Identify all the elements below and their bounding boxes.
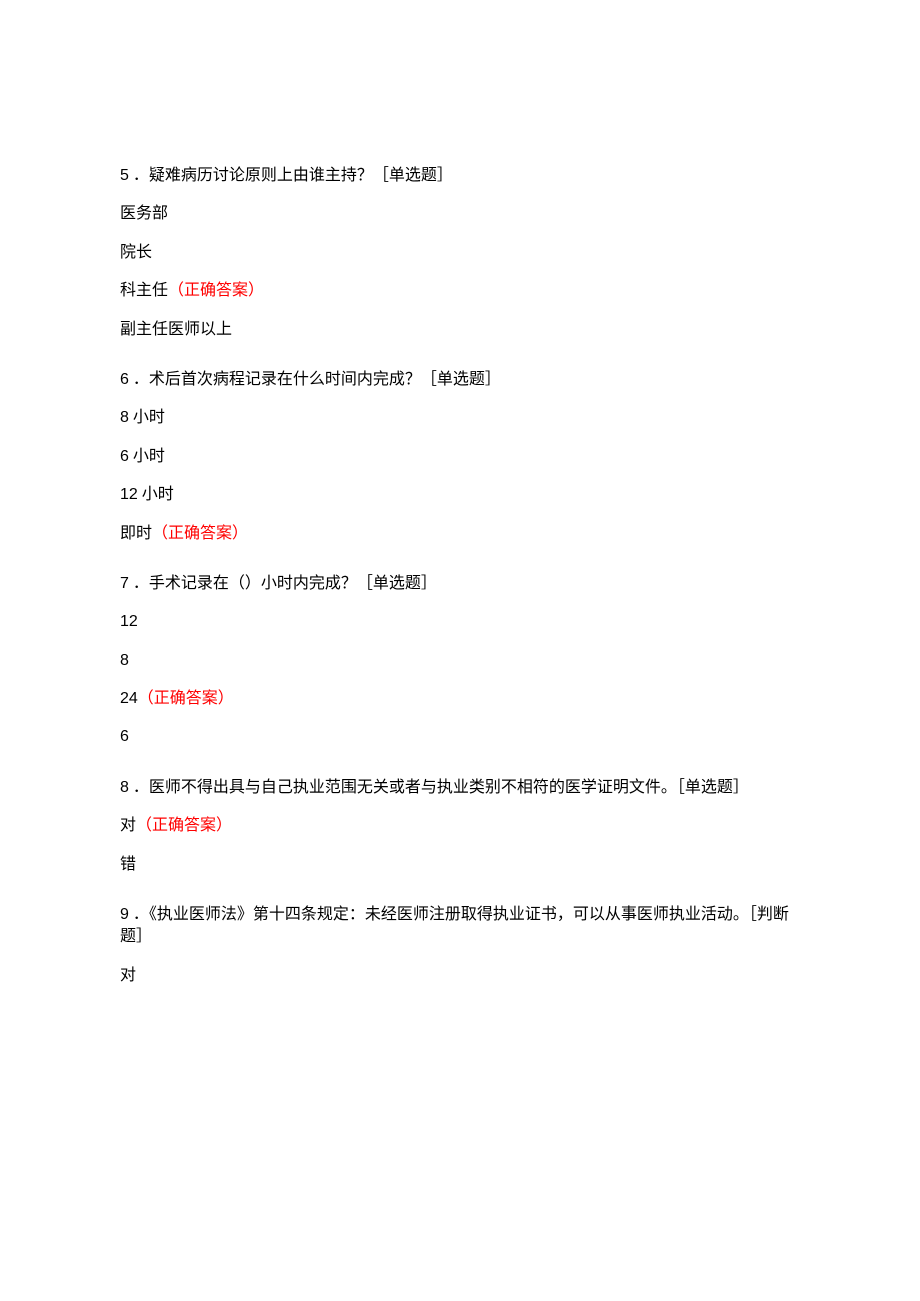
option: 24（正确答案） [120, 688, 800, 710]
question-7: 7 ．手术记录在（）小时内完成？［单选题］ 12 8 24（正确答案） 6 [120, 573, 800, 749]
correct-answer-label: （正确答案） [136, 817, 232, 834]
correct-answer-label: （正确答案） [138, 690, 234, 707]
option-num: 6 [120, 728, 129, 745]
question-text: 6 ．术后首次病程记录在什么时间内完成？［单选题］ [120, 369, 800, 391]
question-body: ．疑难病历讨论原则上由谁主持？［单选题］ [133, 167, 453, 184]
option-suffix: 小时 [138, 486, 174, 503]
document-page: 5 ．疑难病历讨论原则上由谁主持？［单选题］ 医务部 院长 科主任（正确答案） … [0, 0, 920, 1301]
question-body: ．术后首次病程记录在什么时间内完成？［单选题］ [133, 371, 501, 388]
option: 12 [120, 611, 800, 633]
option-num: 8 [120, 409, 129, 426]
correct-answer-label: （正确答案） [168, 282, 264, 299]
question-8: 8 ．医师不得出具与自己执业范围无关或者与执业类别不相符的医学证明文件。［单选题… [120, 777, 800, 876]
question-6: 6 ．术后首次病程记录在什么时间内完成？［单选题］ 8 小时 6 小时 12 小… [120, 369, 800, 545]
question-body: ．《执业医师法》第十四条规定：未经医师注册取得执业证书，可以从事医师执业活动。［… [120, 906, 789, 945]
option: 院长 [120, 242, 800, 264]
option: 副主任医师以上 [120, 319, 800, 341]
option: 错 [120, 854, 800, 876]
option: 6 小时 [120, 446, 800, 468]
question-text: 9 ．《执业医师法》第十四条规定：未经医师注册取得执业证书，可以从事医师执业活动… [120, 904, 800, 949]
option: 对 [120, 965, 800, 987]
option: 对（正确答案） [120, 815, 800, 837]
option-num: 12 [120, 613, 138, 630]
question-text: 8 ．医师不得出具与自己执业范围无关或者与执业类别不相符的医学证明文件。［单选题… [120, 777, 800, 799]
question-body: ．医师不得出具与自己执业范围无关或者与执业类别不相符的医学证明文件。［单选题］ [133, 779, 749, 796]
option-text: 院长 [120, 244, 152, 261]
option-text: 对 [120, 967, 136, 984]
question-9: 9 ．《执业医师法》第十四条规定：未经医师注册取得执业证书，可以从事医师执业活动… [120, 904, 800, 987]
option: 科主任（正确答案） [120, 280, 800, 302]
question-5: 5 ．疑难病历讨论原则上由谁主持？［单选题］ 医务部 院长 科主任（正确答案） … [120, 165, 800, 341]
option-text: 医务部 [120, 205, 168, 222]
option-text: 即时 [120, 525, 152, 542]
option-text: 科主任 [120, 282, 168, 299]
question-text: 7 ．手术记录在（）小时内完成？［单选题］ [120, 573, 800, 595]
option-text: 副主任医师以上 [120, 321, 232, 338]
question-number: 9 [120, 906, 129, 923]
question-text: 5 ．疑难病历讨论原则上由谁主持？［单选题］ [120, 165, 800, 187]
question-number: 8 [120, 779, 129, 796]
option-text: 对 [120, 817, 136, 834]
option-num: 8 [120, 652, 129, 669]
correct-answer-label: （正确答案） [152, 525, 248, 542]
option: 12 小时 [120, 484, 800, 506]
option-num: 24 [120, 690, 138, 707]
option: 8 [120, 650, 800, 672]
option: 即时（正确答案） [120, 523, 800, 545]
option-suffix: 小时 [129, 409, 165, 426]
option-suffix: 小时 [129, 448, 165, 465]
question-number: 7 [120, 575, 129, 592]
question-number: 6 [120, 371, 129, 388]
question-number: 5 [120, 167, 129, 184]
question-body: ．手术记录在（）小时内完成？［单选题］ [133, 575, 437, 592]
option-text: 错 [120, 856, 136, 873]
option-num: 12 [120, 486, 138, 503]
option-num: 6 [120, 448, 129, 465]
option: 医务部 [120, 203, 800, 225]
option: 6 [120, 726, 800, 748]
option: 8 小时 [120, 407, 800, 429]
